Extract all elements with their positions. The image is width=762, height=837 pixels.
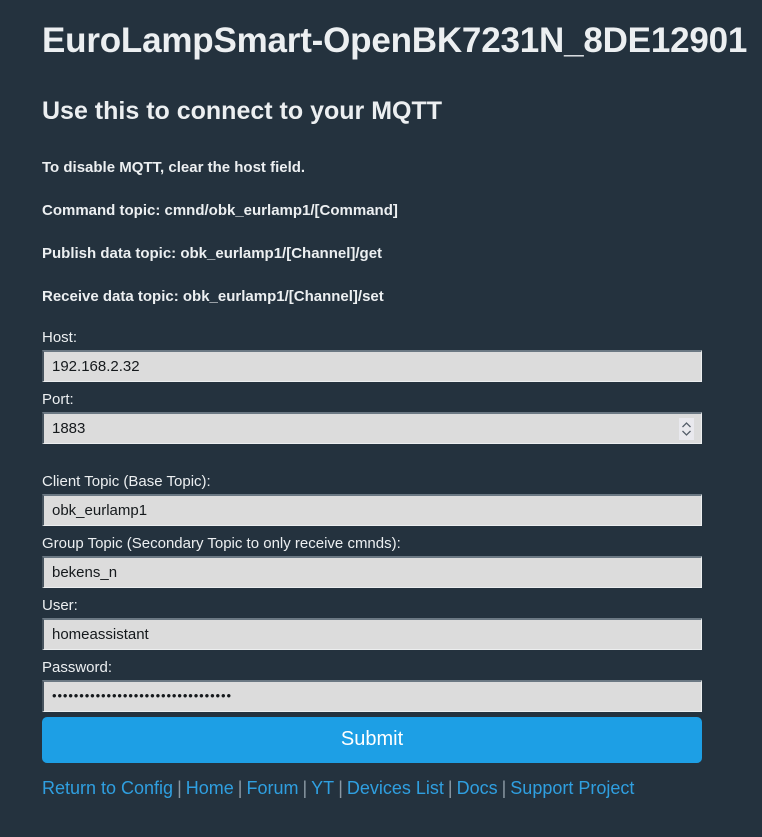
host-label: Host: [42, 328, 78, 346]
note-publish-topic: Publish data topic: obk_eurlamp1/[Channe… [42, 244, 383, 262]
group-topic-label: Group Topic (Secondary Topic to only rec… [42, 534, 401, 552]
note-disable-mqtt: To disable MQTT, clear the host field. [42, 158, 306, 176]
port-input[interactable] [42, 411, 702, 444]
link-home[interactable]: Home [186, 778, 234, 798]
submit-button[interactable]: Submit [42, 716, 702, 763]
page-title: EuroLampSmart-OpenBK7231N_8DE12901 [42, 21, 748, 60]
note-command-topic: Command topic: cmnd/obk_eurlamp1/[Comman… [42, 201, 398, 219]
mqtt-form: Host: Port: Client Topic (Base Topic): G… [42, 328, 732, 763]
page-subtitle: Use this to connect to your MQTT [42, 96, 443, 125]
link-separator: | [338, 777, 343, 798]
host-input-wrap [42, 349, 702, 382]
host-input[interactable] [42, 349, 702, 382]
password-input-wrap [42, 679, 702, 712]
link-separator: | [237, 777, 243, 798]
link-separator: | [302, 777, 308, 798]
port-input-wrap [42, 411, 702, 444]
link-devices-list[interactable]: Devices List [347, 778, 444, 798]
client-topic-input-wrap [42, 493, 702, 526]
mqtt-config-page: EuroLampSmart-OpenBK7231N_8DE12901 Use t… [0, 21, 762, 837]
link-separator: | [501, 777, 507, 798]
link-return-to-config[interactable]: Return to Config [42, 778, 173, 798]
port-label: Port: [42, 390, 74, 408]
password-input[interactable] [42, 679, 702, 712]
user-input[interactable] [42, 617, 702, 650]
link-docs[interactable]: Docs [457, 778, 498, 798]
link-support-project[interactable]: Support Project [510, 778, 634, 798]
client-topic-label: Client Topic (Base Topic): [42, 472, 211, 490]
footer-links: Return to Config | Home | Forum | YT | Devices L… [42, 778, 732, 799]
link-separator: | [447, 777, 453, 798]
link-forum[interactable]: Forum [246, 778, 298, 798]
group-topic-input-wrap [42, 555, 702, 588]
user-input-wrap [42, 617, 702, 650]
note-receive-topic: Receive data topic: obk_eurlamp1/[Channe… [42, 287, 384, 305]
user-label: User: [42, 596, 78, 614]
group-topic-input[interactable] [42, 555, 702, 588]
client-topic-input[interactable] [42, 493, 702, 526]
link-separator: | [177, 777, 182, 798]
number-spinner-icon[interactable] [679, 417, 694, 440]
password-label: Password: [42, 658, 113, 676]
link-yt[interactable]: YT [311, 778, 334, 798]
